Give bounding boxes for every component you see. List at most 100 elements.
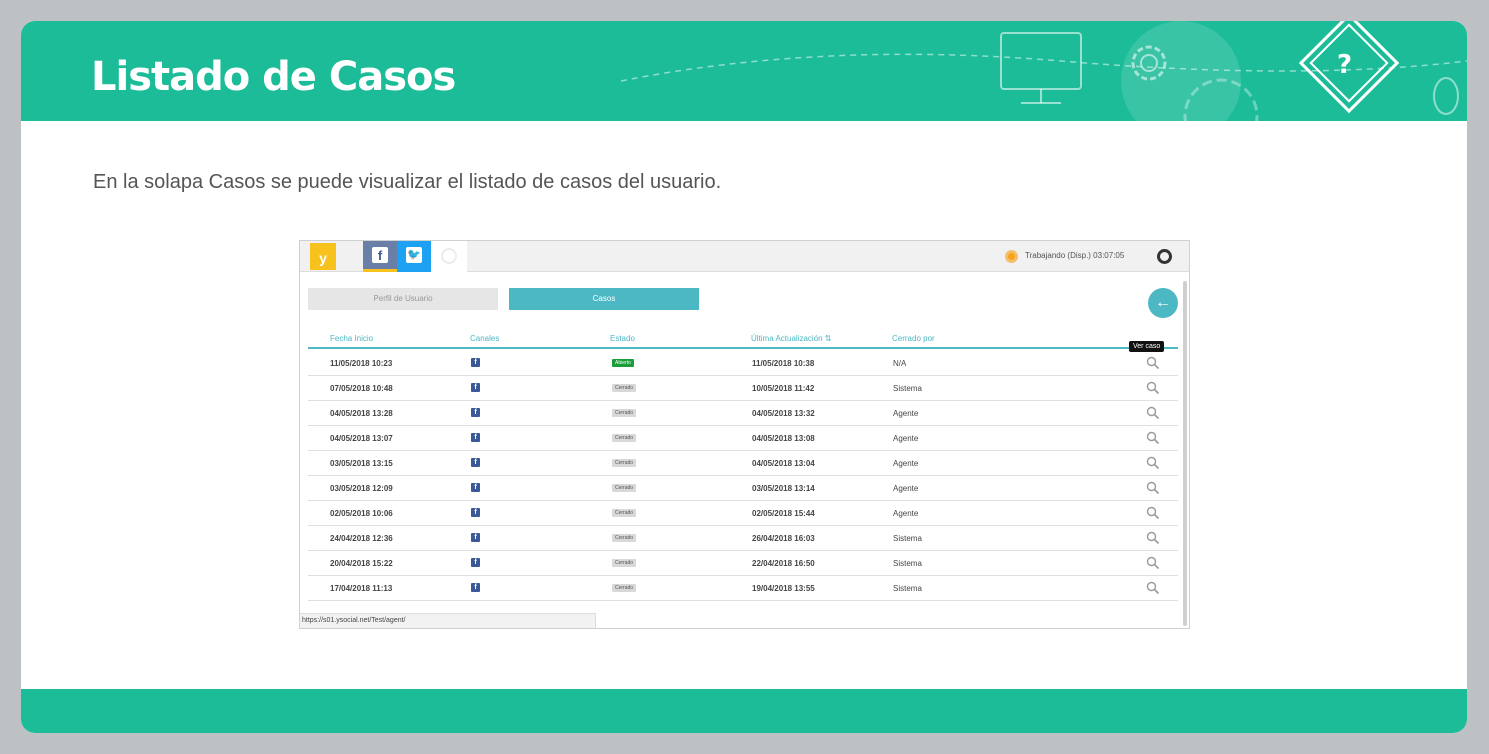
facebook-icon: f [372, 247, 388, 263]
facebook-icon: f [471, 458, 480, 467]
status-badge: Cerrado [612, 484, 637, 492]
status-badge: Cerrado [612, 584, 637, 592]
fecha-inicio: 17/04/2018 11:13 [330, 584, 393, 593]
cerrado-por: Sistema [893, 384, 922, 393]
search-icon[interactable] [1146, 406, 1160, 420]
facebook-icon: f [471, 483, 480, 492]
search-icon[interactable] [1146, 431, 1160, 445]
col-cerrado-por[interactable]: Cerrado por [892, 334, 935, 343]
table-row[interactable]: 03/05/2018 13:15 f Cerrado 04/05/2018 13:04… [308, 451, 1178, 476]
search-icon[interactable] [1146, 381, 1160, 395]
table-row[interactable]: 03/05/2018 12:09 f Cerrado 03/05/2018 13:14… [308, 476, 1178, 501]
facebook-icon: f [471, 508, 480, 517]
ultima-actualizacion: 04/05/2018 13:32 [752, 409, 815, 418]
fecha-inicio: 24/04/2018 12:36 [330, 534, 393, 543]
fecha-inicio: 11/05/2018 10:23 [330, 359, 393, 368]
search-icon[interactable] [1146, 356, 1160, 370]
fecha-inicio: 04/05/2018 13:28 [330, 409, 393, 418]
col-canales[interactable]: Canales [470, 334, 499, 343]
ultima-actualizacion: 10/05/2018 11:42 [752, 384, 815, 393]
table-header: Fecha Inicio Canales Estado Última Actua… [308, 331, 1178, 349]
facebook-icon: f [471, 358, 480, 367]
cerrado-por: N/A [893, 359, 907, 368]
facebook-icon: f [471, 383, 480, 392]
tab-casos[interactable]: Casos [509, 288, 699, 310]
svg-text:?: ? [1337, 50, 1352, 80]
ultima-actualizacion: 04/05/2018 13:08 [752, 434, 815, 443]
facebook-icon: f [471, 408, 480, 417]
app-logo: y [310, 243, 336, 270]
ultima-actualizacion: 22/04/2018 16:50 [752, 559, 815, 568]
table-row[interactable]: 20/04/2018 15:22 f Cerrado 22/04/2018 16:50… [308, 551, 1178, 576]
status-badge: Cerrado [612, 459, 637, 467]
table-row[interactable]: 02/05/2018 10:06 f Cerrado 02/05/2018 15:44… [308, 501, 1178, 526]
facebook-icon: f [471, 558, 480, 567]
status-badge: Abierto [612, 359, 634, 367]
search-icon[interactable] [1146, 456, 1160, 470]
table-row[interactable]: 11/05/2018 10:23 f Abierto 11/05/2018 10:38… [308, 351, 1178, 376]
app-screenshot: y f 🐦 Trabajando (Disp.) 03:07:05 Perfil… [299, 240, 1190, 629]
status-badge: Cerrado [612, 534, 637, 542]
ultima-actualizacion: 04/05/2018 13:04 [752, 459, 815, 468]
ultima-actualizacion: 11/05/2018 10:38 [752, 359, 815, 368]
table-row[interactable]: 04/05/2018 13:07 f Cerrado 04/05/2018 13:08… [308, 426, 1178, 451]
ultima-actualizacion: 02/05/2018 15:44 [752, 509, 815, 518]
facebook-channel-tab[interactable]: f [363, 241, 397, 272]
app-topbar: y f 🐦 Trabajando (Disp.) 03:07:05 [300, 241, 1189, 272]
status-icon[interactable] [1005, 250, 1018, 263]
col-ultima-actualizacion[interactable]: Última Actualización ⇅ [751, 334, 832, 343]
cerrado-por: Agente [893, 509, 919, 518]
search-icon[interactable] [1146, 581, 1160, 595]
user-icon[interactable] [1157, 249, 1172, 264]
cerrado-por: Sistema [893, 559, 922, 568]
cerrado-por: Sistema [893, 534, 922, 543]
cerrado-por: Agente [893, 434, 919, 443]
status-badge: Cerrado [612, 384, 637, 392]
table-row[interactable]: 07/05/2018 10:48 f Cerrado 10/05/2018 11:42… [308, 376, 1178, 401]
fecha-inicio: 04/05/2018 13:07 [330, 434, 393, 443]
fecha-inicio: 03/05/2018 13:15 [330, 459, 393, 468]
intro-text: En la solapa Casos se puede visualizar e… [93, 171, 722, 193]
facebook-icon: f [471, 533, 480, 542]
status-url: https://s01.ysocial.net/Test/agent/ [300, 613, 596, 628]
facebook-icon: f [471, 433, 480, 442]
fecha-inicio: 03/05/2018 12:09 [330, 484, 393, 493]
fecha-inicio: 02/05/2018 10:06 [330, 509, 393, 518]
header-decoration-icons: ? [621, 21, 1467, 121]
ultima-actualizacion: 26/04/2018 16:03 [752, 534, 815, 543]
search-icon[interactable] [1146, 531, 1160, 545]
slide-header: Listado de Casos ? [21, 21, 1467, 121]
ultima-actualizacion: 03/05/2018 13:14 [752, 484, 815, 493]
table-row[interactable]: 04/05/2018 13:28 f Cerrado 04/05/2018 13:32… [308, 401, 1178, 426]
cerrado-por: Agente [893, 409, 919, 418]
other-channel-tab[interactable] [431, 241, 467, 272]
status-badge: Cerrado [612, 409, 637, 417]
slide: Listado de Casos ? En la solapa Casos se… [21, 21, 1467, 733]
col-fecha-inicio[interactable]: Fecha Inicio [330, 334, 373, 343]
status-badge: Cerrado [612, 509, 637, 517]
ver-caso-tooltip: Ver caso [1129, 341, 1165, 352]
slide-footer [21, 689, 1467, 733]
table-row[interactable]: 24/04/2018 12:36 f Cerrado 26/04/2018 16:03… [308, 526, 1178, 551]
back-button[interactable]: ← [1148, 288, 1178, 318]
status-badge: Cerrado [612, 559, 637, 567]
search-icon[interactable] [1146, 556, 1160, 570]
cerrado-por: Sistema [893, 584, 922, 593]
search-icon[interactable] [1146, 481, 1160, 495]
scrollbar[interactable] [1183, 281, 1187, 626]
table-row[interactable]: 17/04/2018 11:13 f Cerrado 19/04/2018 13:55… [308, 576, 1178, 601]
cerrado-por: Agente [893, 484, 919, 493]
search-icon[interactable] [1146, 506, 1160, 520]
slide-title: Listado de Casos [91, 54, 456, 100]
loading-icon [441, 248, 457, 264]
twitter-icon: 🐦 [406, 247, 422, 263]
twitter-channel-tab[interactable]: 🐦 [397, 241, 431, 272]
fecha-inicio: 20/04/2018 15:22 [330, 559, 393, 568]
fecha-inicio: 07/05/2018 10:48 [330, 384, 393, 393]
cerrado-por: Agente [893, 459, 919, 468]
facebook-icon: f [471, 583, 480, 592]
ultima-actualizacion: 19/04/2018 13:55 [752, 584, 815, 593]
tab-perfil-usuario[interactable]: Perfil de Usuario [308, 288, 498, 310]
status-badge: Cerrado [612, 434, 637, 442]
col-estado[interactable]: Estado [610, 334, 635, 343]
